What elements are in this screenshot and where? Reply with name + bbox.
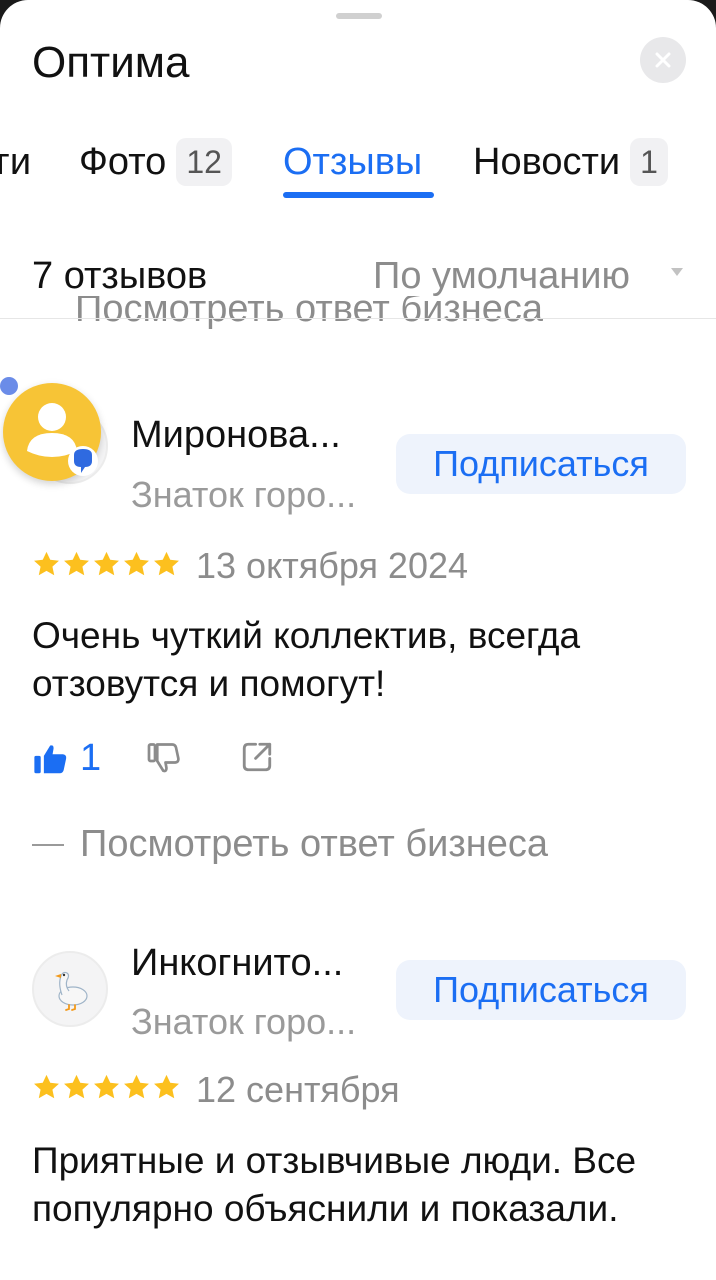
rating-stars: [32, 1073, 181, 1102]
tab-label: Отзывы: [283, 140, 423, 183]
share-icon: [242, 742, 272, 772]
star-icon: [64, 551, 89, 576]
subscribe-button[interactable]: Подписаться: [396, 960, 686, 1020]
reviews-count: 7 отзывов: [32, 255, 208, 297]
avatar[interactable]: [32, 951, 108, 1027]
close-button[interactable]: [640, 37, 686, 83]
sheet-grabber[interactable]: [336, 13, 382, 19]
sort-caret-icon: [671, 268, 683, 276]
close-icon: [655, 52, 671, 68]
review-date: 13 октября 2024: [196, 545, 469, 586]
review-date: 12 сентября: [196, 1069, 400, 1110]
review-text: Приятные и отзывчивые люди. Все популярн…: [32, 1140, 637, 1229]
page-title: Оптима: [32, 38, 190, 87]
tab-badge: 1: [630, 138, 668, 186]
tab-photos[interactable]: Фото 12: [79, 135, 232, 189]
tab-label: ги: [0, 140, 32, 183]
like-count: 1: [80, 737, 102, 779]
goose-avatar-icon: [55, 971, 88, 1011]
bottom-sheet: Оптима ги Фото 12 Отзывы Новости 1 7 отз…: [0, 0, 716, 1280]
tab-services[interactable]: ги: [0, 135, 31, 189]
alice-assistant-button[interactable]: [3, 383, 101, 481]
reviewer-level: Знаток горо...: [131, 474, 357, 515]
star-icon: [94, 1074, 119, 1099]
like-icon: [34, 744, 67, 773]
reviewer-level: Знаток горо...: [131, 1001, 357, 1042]
reviewer-name[interactable]: Инкогнито...: [131, 942, 343, 985]
business-reply-link[interactable]: Посмотреть ответ бизнеса: [32, 823, 548, 866]
rating-stars: [32, 550, 181, 579]
reviewer-name[interactable]: Миронова...: [131, 414, 341, 457]
business-reply-label: Посмотреть ответ бизнеса: [80, 823, 549, 865]
share-button[interactable]: [240, 740, 274, 774]
tab-reviews[interactable]: Отзывы: [283, 135, 422, 189]
star-icon: [124, 551, 149, 576]
star-icon: [34, 551, 59, 576]
dash-divider: [32, 843, 64, 846]
alice-assistant-icon: [27, 403, 98, 476]
star-icon: [154, 551, 179, 576]
tab-bar: ги Фото 12 Отзывы Новости 1: [0, 135, 716, 205]
sort-dropdown[interactable]: По умолчанию: [373, 255, 630, 298]
business-reply-link-clipped[interactable]: Посмотреть ответ бизнеса: [75, 296, 543, 332]
tab-badge: 12: [176, 138, 232, 186]
tab-label: Фото: [79, 140, 167, 183]
dislike-button[interactable]: [146, 740, 182, 776]
subscribe-button[interactable]: Подписаться: [396, 434, 686, 494]
dislike-icon: [147, 743, 180, 773]
tab-label: Новости: [473, 140, 621, 183]
star-icon: [154, 1074, 179, 1099]
like-button[interactable]: 1: [32, 737, 101, 780]
star-icon: [94, 551, 119, 576]
review-text: Очень чуткий коллектив, всегда отзовутся…: [32, 615, 581, 704]
active-tab-indicator: [283, 192, 434, 198]
tab-news[interactable]: Новости 1: [473, 135, 668, 189]
star-icon: [64, 1074, 89, 1099]
star-icon: [124, 1074, 149, 1099]
star-icon: [34, 1074, 59, 1099]
header-divider: [0, 318, 716, 319]
